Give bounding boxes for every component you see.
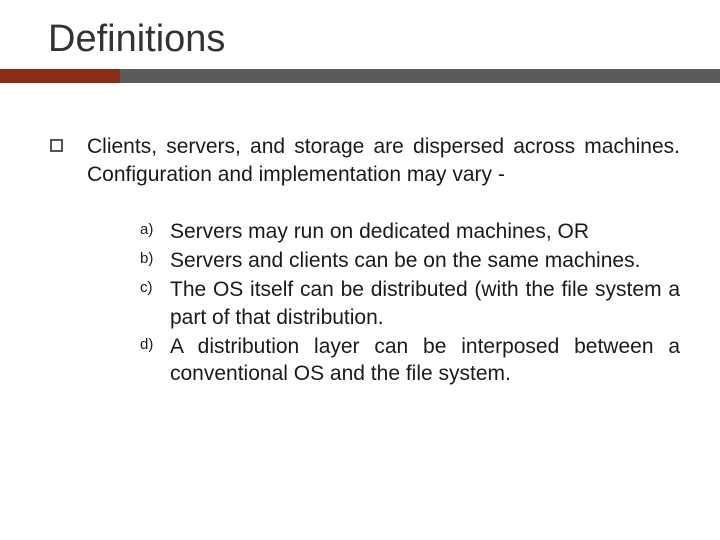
- slide: Definitions Clients, servers, and storag…: [0, 0, 720, 540]
- list-item: a) Servers may run on dedicated machines…: [140, 218, 680, 245]
- list-item: b) Servers and clients can be on the sam…: [140, 247, 680, 274]
- item-text: Servers may run on dedicated machines, O…: [170, 218, 680, 245]
- item-label: b): [140, 247, 170, 267]
- item-text: Servers and clients can be on the same m…: [170, 247, 680, 274]
- sub-list: a) Servers may run on dedicated machines…: [50, 218, 680, 388]
- list-item: c) The OS itself can be distributed (wit…: [140, 276, 680, 331]
- item-text: A distribution layer can be interposed b…: [170, 333, 680, 388]
- main-text: Clients, servers, and storage are disper…: [87, 133, 680, 190]
- slide-title: Definitions: [0, 18, 720, 61]
- content-area: Clients, servers, and storage are disper…: [0, 83, 720, 387]
- list-item: d) A distribution layer can be interpose…: [140, 333, 680, 388]
- item-label: a): [140, 218, 170, 238]
- item-label: d): [140, 333, 170, 353]
- main-bullet-item: Clients, servers, and storage are disper…: [50, 133, 680, 190]
- accent-segment: [0, 69, 120, 83]
- item-label: c): [140, 276, 170, 296]
- grey-segment: [120, 69, 720, 83]
- divider-bar: [0, 69, 720, 83]
- square-bullet-icon: [50, 139, 63, 152]
- item-text: The OS itself can be distributed (with t…: [170, 276, 680, 331]
